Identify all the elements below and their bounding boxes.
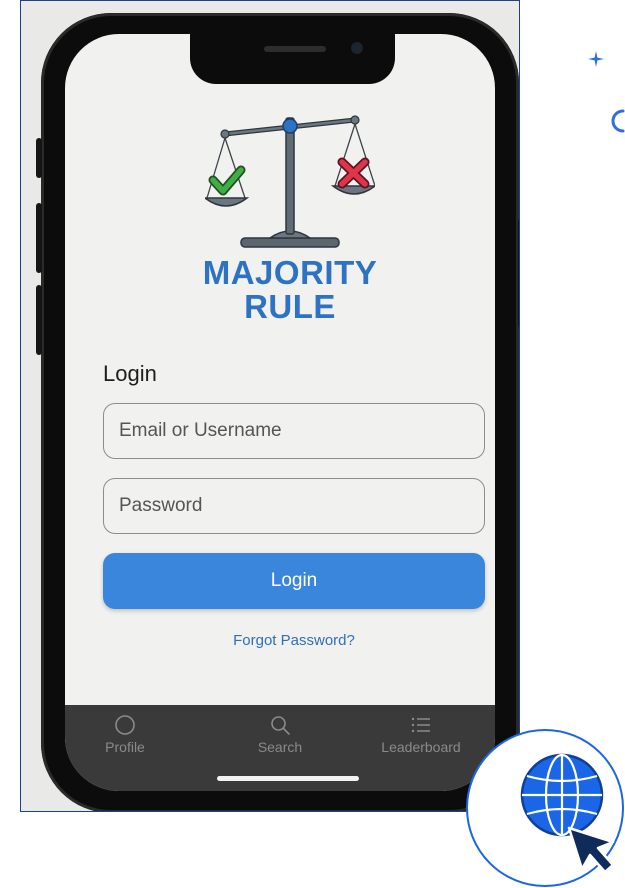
nav-label-leaderboard: Leaderboard: [381, 739, 461, 755]
front-camera: [351, 42, 363, 54]
globe-cursor-badge: [466, 729, 624, 887]
app-name-line2: RULE: [244, 288, 336, 325]
nav-label-profile: Profile: [105, 739, 145, 755]
decorative-arc-icon: [611, 109, 625, 133]
phone-notch: [190, 34, 395, 84]
scales-of-justice-logo: [205, 115, 375, 248]
power-button: [518, 218, 519, 328]
app-name-line1: MAJORITY: [202, 254, 378, 291]
login-heading: Login: [103, 361, 157, 386]
search-icon: [271, 716, 290, 735]
forgot-password-link[interactable]: Forgot Password?: [103, 632, 485, 649]
nav-item-profile[interactable]: Profile: [65, 713, 185, 755]
list-icon: [411, 717, 430, 733]
bottom-navigation-bar: Profile Search Leaderboard: [65, 705, 495, 791]
password-input[interactable]: [103, 478, 485, 534]
email-username-input[interactable]: [103, 403, 485, 459]
sparkle-icon: [588, 51, 604, 67]
globe-icon: [520, 753, 604, 837]
nav-item-leaderboard[interactable]: Leaderboard: [361, 713, 481, 755]
nav-item-search[interactable]: Search: [220, 713, 340, 755]
speaker-grille: [264, 46, 326, 52]
profile-circle-icon: [115, 715, 135, 735]
home-indicator: [217, 776, 359, 781]
volume-down-button: [36, 285, 42, 355]
screenshot-frame: MAJORITY RULE Login Login Forgot Passwor…: [20, 0, 520, 812]
mute-switch: [36, 138, 42, 178]
volume-up-button: [36, 203, 42, 273]
app-screen: MAJORITY RULE Login Login Forgot Passwor…: [65, 34, 495, 791]
login-button[interactable]: Login: [103, 553, 485, 609]
nav-label-search: Search: [257, 739, 303, 755]
